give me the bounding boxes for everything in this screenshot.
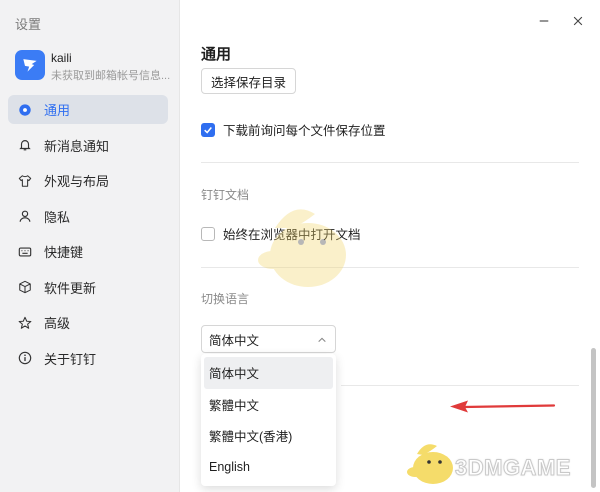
- profile-name: kaili: [51, 51, 72, 65]
- language-option-traditional-chinese[interactable]: 繁體中文: [204, 389, 333, 421]
- ask-save-location-label: 下载前询问每个文件保存位置: [223, 124, 386, 138]
- cube-icon: [18, 280, 32, 294]
- sidebar-item-notifications[interactable]: 新消息通知: [8, 131, 168, 160]
- window-title: 设置: [15, 17, 42, 32]
- sidebar-item-label: 外观与布局: [44, 174, 110, 189]
- bell-icon: [18, 138, 32, 152]
- sidebar-item-software-update[interactable]: 软件更新: [8, 273, 168, 302]
- close-icon: [573, 16, 583, 26]
- divider: [341, 385, 579, 386]
- settings-main-panel: 通用 选择保存目录 下载前询问每个文件保存位置 钉钉文档 始终在浏览器中打开文档…: [181, 0, 600, 492]
- mascot-logo-icon: [407, 444, 453, 484]
- language-option-traditional-chinese-hk[interactable]: 繁體中文(香港): [204, 420, 333, 452]
- sidebar-item-label: 隐私: [44, 209, 71, 225]
- sidebar-item-label: 新消息通知: [44, 138, 110, 154]
- sidebar-item-label: 高级: [44, 316, 71, 331]
- profile-card[interactable]: kaili 未获取到邮箱帐号信息...: [15, 50, 175, 82]
- close-button[interactable]: [569, 12, 587, 30]
- open-in-browser-checkbox[interactable]: [201, 226, 215, 241]
- ask-save-location-checkbox[interactable]: [201, 122, 215, 137]
- sidebar-item-label: 关于钉钉: [44, 351, 97, 367]
- sidebar-item-label: 快捷键: [44, 245, 84, 260]
- language-option-english[interactable]: English: [204, 452, 333, 484]
- sidebar-item-about[interactable]: 关于钉钉: [8, 344, 168, 373]
- sidebar-item-label: 软件更新: [44, 280, 97, 296]
- checkmark-icon: [204, 126, 212, 134]
- app-logo-avatar: [15, 50, 45, 80]
- sidebar-item-appearance[interactable]: 外观与布局: [8, 166, 168, 195]
- profile-subtitle: 未获取到邮箱帐号信息...: [51, 70, 171, 82]
- dingdoc-group-label: 钉钉文档: [201, 188, 250, 202]
- divider: [201, 162, 579, 163]
- keyboard-icon: [18, 245, 32, 259]
- gear-icon: [18, 103, 32, 117]
- sidebar-item-shortcuts[interactable]: 快捷键: [8, 237, 168, 266]
- minimize-button[interactable]: [535, 12, 553, 30]
- language-selected-value: 简体中文: [209, 333, 260, 348]
- sidebar-item-label: 通用: [44, 103, 71, 118]
- language-dropdown: 简体中文 繁體中文 繁體中文(香港) English: [201, 354, 336, 486]
- select-save-folder-button[interactable]: 选择保存目录: [201, 68, 297, 94]
- site-watermark: 3DMGAME: [455, 455, 571, 481]
- section-title-general: 通用: [201, 46, 232, 63]
- mascot-watermark-icon: [258, 209, 346, 287]
- language-group-label: 切换语言: [201, 292, 250, 306]
- sidebar-item-advanced[interactable]: 高级: [8, 308, 168, 337]
- language-option-simplified-chinese[interactable]: 简体中文: [204, 357, 333, 389]
- info-icon: [18, 351, 32, 365]
- star-icon: [18, 316, 32, 330]
- sidebar-item-general[interactable]: 通用: [8, 95, 168, 124]
- scrollbar-thumb[interactable]: [591, 348, 596, 488]
- settings-sidebar: 设置 kaili 未获取到邮箱帐号信息... 通用 新消息通知 外观与布局 隐私…: [0, 0, 180, 492]
- ask-save-location-option[interactable]: 下载前询问每个文件保存位置: [201, 120, 386, 139]
- chevron-up-icon: [317, 334, 327, 348]
- settings-nav: 通用 新消息通知 外观与布局 隐私 快捷键 软件更新 高级 关于钉钉: [8, 95, 168, 379]
- sidebar-item-privacy[interactable]: 隐私: [8, 202, 168, 231]
- minimize-icon: [539, 20, 549, 22]
- dingtalk-logo-icon: [23, 59, 37, 72]
- person-icon: [18, 209, 32, 223]
- shirt-icon: [18, 174, 32, 188]
- annotation-arrow-icon: [450, 400, 556, 413]
- language-select[interactable]: 简体中文: [201, 325, 336, 353]
